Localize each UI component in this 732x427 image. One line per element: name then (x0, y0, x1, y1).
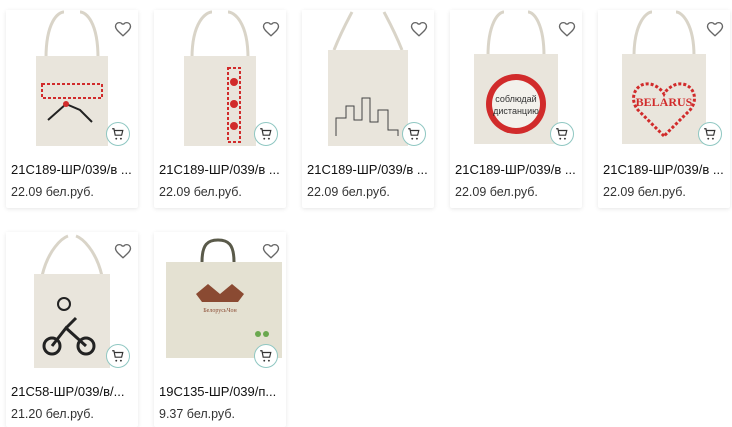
product-title[interactable]: 21С189-ШР/039/в ... (11, 162, 137, 177)
cart-icon (112, 128, 124, 140)
cart-icon (704, 128, 716, 140)
product-price: 22.09 бел.руб. (307, 185, 390, 199)
cart-icon (408, 128, 420, 140)
heart-icon[interactable] (114, 242, 132, 260)
product-card[interactable]: 21С189-ШР/039/в ... 22.09 бел.руб. (6, 10, 138, 208)
heart-icon[interactable] (114, 20, 132, 38)
bag-logo-text: БелорусьЧон (203, 308, 237, 314)
product-price: 22.09 бел.руб. (455, 185, 538, 199)
add-to-cart-button[interactable] (402, 122, 426, 146)
product-title[interactable]: 21С189-ШР/039/в ... (159, 162, 285, 177)
cart-icon (556, 128, 568, 140)
add-to-cart-button[interactable] (106, 344, 130, 368)
heart-icon[interactable] (410, 20, 428, 38)
heart-icon[interactable] (558, 20, 576, 38)
product-title[interactable]: 21С189-ШР/039/в ... (603, 162, 729, 177)
product-title[interactable]: 19С135-ШР/039/п... (159, 384, 285, 399)
product-title[interactable]: 21С189-ШР/039/в ... (307, 162, 433, 177)
heart-icon[interactable] (706, 20, 724, 38)
heart-icon[interactable] (262, 20, 280, 38)
product-card[interactable]: 21С58-ШР/039/в/... 21.20 бел.руб. (6, 232, 138, 427)
cart-icon (112, 350, 124, 362)
heart-icon[interactable] (262, 242, 280, 260)
product-price: 22.09 бел.руб. (11, 185, 94, 199)
sign-text-line-1: соблюдай (495, 94, 536, 104)
add-to-cart-button[interactable] (254, 344, 278, 368)
product-price: 22.09 бел.руб. (603, 185, 686, 199)
bag-print-text: BELARUS (636, 95, 693, 109)
product-title[interactable]: 21С58-ШР/039/в/... (11, 384, 137, 399)
add-to-cart-button[interactable] (698, 122, 722, 146)
product-title[interactable]: 21С189-ШР/039/в ... (455, 162, 581, 177)
product-price: 21.20 бел.руб. (11, 407, 94, 421)
product-card[interactable]: 21С189-ШР/039/в ... 22.09 бел.руб. (302, 10, 434, 208)
product-price: 9.37 бел.руб. (159, 407, 235, 421)
product-card[interactable]: 21С189-ШР/039/в ... 22.09 бел.руб. (154, 10, 286, 208)
product-price: 22.09 бел.руб. (159, 185, 242, 199)
product-card[interactable]: соблюдай дистанцию 21С189-ШР/039/в ... 2… (450, 10, 582, 208)
cart-icon (260, 350, 272, 362)
sign-text-line-2: дистанцию (493, 106, 539, 116)
add-to-cart-button[interactable] (106, 122, 130, 146)
add-to-cart-button[interactable] (254, 122, 278, 146)
cart-icon (260, 128, 272, 140)
add-to-cart-button[interactable] (550, 122, 574, 146)
product-card[interactable]: BELARUS 21С189-ШР/039/в ... 22.09 бел.ру… (598, 10, 730, 208)
product-card[interactable]: БелорусьЧон 19С135-ШР/039/п... 9.37 бел.… (154, 232, 286, 427)
